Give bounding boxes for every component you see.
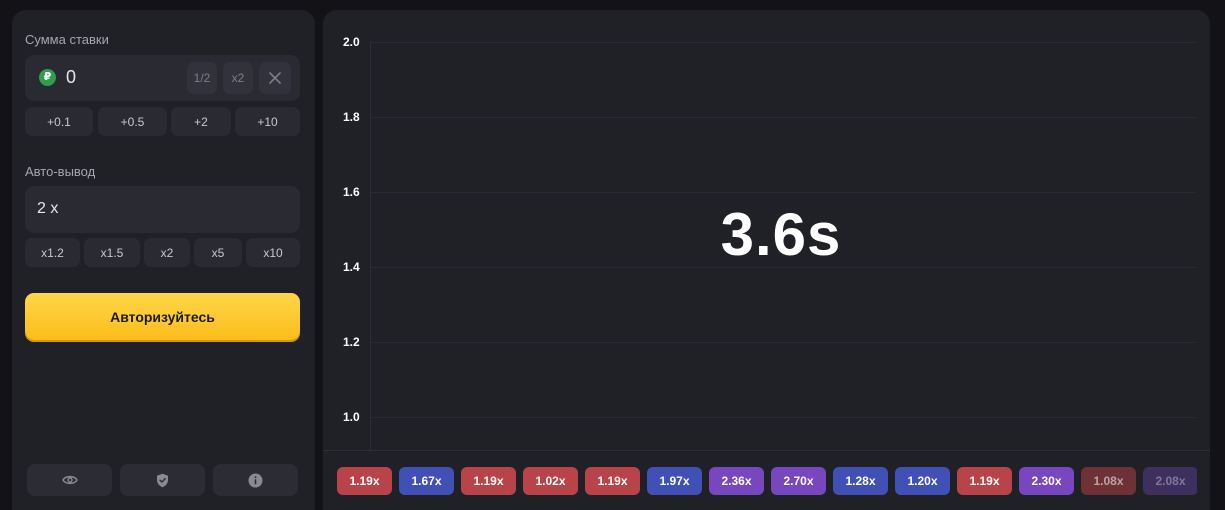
y-axis-tick: 1.0	[343, 410, 360, 424]
info-icon	[248, 473, 263, 487]
stake-value[interactable]: 0	[66, 67, 76, 88]
history-multiplier-pill[interactable]: 1.19x	[957, 467, 1012, 495]
quick-add-2-button[interactable]: +2	[171, 107, 231, 136]
auto-preset-5-button[interactable]: x5	[194, 238, 242, 267]
stake-label: Сумма ставки	[25, 32, 109, 47]
game-panel: 2.0 1.8 1.6 1.4 1.2 1.0 3.6s 1.19x 1.67x 1…	[323, 10, 1210, 510]
history-multiplier-pill[interactable]: 1.08x	[1081, 467, 1136, 495]
history-multiplier-pill[interactable]: 1.97x	[647, 467, 702, 495]
history-multiplier-pill[interactable]: 1.20x	[895, 467, 950, 495]
fairness-button[interactable]	[120, 464, 205, 496]
close-icon	[269, 72, 281, 84]
login-button[interactable]: Авторизуйтесь	[25, 293, 300, 340]
y-axis-tick: 2.0	[343, 35, 360, 49]
quick-add-0-5-button[interactable]: +0.5	[98, 107, 167, 136]
auto-cashout-label: Авто-вывод	[25, 164, 96, 179]
x-axis-line	[323, 450, 1210, 451]
grid-line	[370, 42, 1196, 43]
grid-line	[370, 342, 1196, 343]
round-countdown: 3.6s	[720, 201, 842, 268]
y-axis-tick: 1.6	[343, 185, 360, 199]
bet-panel: Сумма ставки ₽ 0 1/2 x2 +0.1 +0.5 +2 +10…	[12, 10, 315, 510]
shield-icon	[157, 473, 168, 487]
grid-line	[370, 192, 1196, 193]
auto-cashout-input[interactable]: 2 x	[25, 186, 300, 233]
history-multiplier-pill[interactable]: 1.28x	[833, 467, 888, 495]
quick-add-0-1-button[interactable]: +0.1	[25, 107, 93, 136]
double-stake-button[interactable]: x2	[223, 62, 253, 94]
info-button[interactable]	[213, 464, 298, 496]
history-multiplier-pill[interactable]: 2.08x	[1143, 467, 1197, 495]
history-multiplier-pill[interactable]: 2.36x	[709, 467, 764, 495]
history-multiplier-pill[interactable]: 1.19x	[461, 467, 516, 495]
history-multiplier-pill[interactable]: 1.02x	[523, 467, 578, 495]
y-axis-tick: 1.2	[343, 335, 360, 349]
history-multiplier-pill[interactable]: 1.67x	[399, 467, 454, 495]
grid-line	[370, 117, 1196, 118]
clear-stake-button[interactable]	[259, 62, 291, 94]
auto-cashout-value[interactable]: 2 x	[37, 200, 58, 218]
history-multiplier-pill[interactable]: 2.70x	[771, 467, 826, 495]
ruble-icon: ₽	[39, 69, 56, 86]
eye-icon	[61, 475, 78, 485]
multiplier-chart: 2.0 1.8 1.6 1.4 1.2 1.0 3.6s	[323, 10, 1210, 451]
round-history: 1.19x 1.67x 1.19x 1.02x 1.19x 1.97x 2.36x 2.70x…	[337, 467, 1197, 495]
quick-add-10-button[interactable]: +10	[235, 107, 300, 136]
history-multiplier-pill[interactable]: 2.30x	[1019, 467, 1074, 495]
grid-line	[370, 417, 1196, 418]
crash-game-screen: Сумма ставки ₽ 0 1/2 x2 +0.1 +0.5 +2 +10…	[0, 0, 1225, 510]
half-stake-button[interactable]: 1/2	[187, 62, 217, 94]
history-multiplier-pill[interactable]: 1.19x	[337, 467, 392, 495]
auto-preset-2-button[interactable]: x2	[144, 238, 190, 267]
visibility-button[interactable]	[27, 464, 112, 496]
y-axis-tick: 1.8	[343, 110, 360, 124]
history-multiplier-pill[interactable]: 1.19x	[585, 467, 640, 495]
auto-preset-1-2-button[interactable]: x1.2	[25, 238, 80, 267]
stake-input[interactable]: ₽ 0 1/2 x2	[25, 55, 300, 101]
auto-preset-10-button[interactable]: x10	[246, 238, 300, 267]
auto-preset-1-5-button[interactable]: x1.5	[84, 238, 140, 267]
